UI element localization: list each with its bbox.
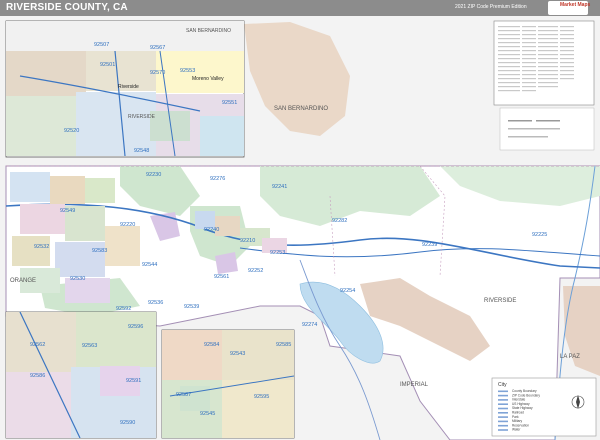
zip-label: 92584 xyxy=(204,342,219,348)
scale-panel xyxy=(499,107,595,151)
zip-label: 92553 xyxy=(180,68,195,74)
zip-label: 92567 xyxy=(150,45,165,51)
zip-label: 92539 xyxy=(184,304,199,310)
zip-label: 92501 xyxy=(100,62,115,68)
legend-swatch xyxy=(498,412,508,414)
zip-label: 92210 xyxy=(240,238,255,244)
legend-swatch xyxy=(498,416,508,418)
zip-label: 92591 xyxy=(126,378,141,384)
zip-label: 92590 xyxy=(120,420,135,426)
place-label-riverside: Riverside xyxy=(118,84,139,90)
zip-label: 92562 xyxy=(30,342,45,348)
county-label-san-bernardino: SAN BERNARDINO xyxy=(274,106,328,112)
zip-label: 92274 xyxy=(302,322,317,328)
zip-label: 92592 xyxy=(116,306,131,312)
map-canvas: City County BoundaryZIP Code BoundaryInt… xyxy=(0,16,600,440)
title-bar: RIVERSIDE COUNTY, CA 2021 ZIP Code Premi… xyxy=(0,0,600,16)
zip-label: 92595 xyxy=(254,394,269,400)
legend-panel: City County BoundaryZIP Code BoundaryInt… xyxy=(491,377,597,437)
legend-swatch xyxy=(498,407,508,410)
inset-label-san-bernardino: SAN BERNARDINO xyxy=(186,28,231,34)
inset-label-riverside: RIVERSIDE xyxy=(128,114,156,120)
zip-label: 92225 xyxy=(532,232,547,238)
zip-label: 92549 xyxy=(60,208,75,214)
zip-label: 92230 xyxy=(146,172,161,178)
zip-label: 92276 xyxy=(210,176,225,182)
zip-label: 92241 xyxy=(272,184,287,190)
county-label-riverside: RIVERSIDE xyxy=(484,298,516,304)
county-label-la-paz: LA PAZ xyxy=(560,354,580,360)
legend-swatch xyxy=(498,403,508,405)
zip-label: 92282 xyxy=(332,218,347,224)
legend-swatch xyxy=(498,399,508,401)
zip-label: 92520 xyxy=(64,128,79,134)
legend-swatch xyxy=(498,420,508,423)
zip-label: 92240 xyxy=(204,227,219,233)
zip-label: 92532 xyxy=(34,244,49,250)
zip-label: 92536 xyxy=(148,300,163,306)
zip-label: 92587 xyxy=(176,392,191,398)
edition-label: 2021 ZIP Code Premium Edition xyxy=(455,4,527,10)
zip-label: 92544 xyxy=(142,262,157,268)
zip-label: 92563 xyxy=(82,343,97,349)
zip-label: 92253 xyxy=(270,250,285,256)
legend-swatch xyxy=(498,390,508,393)
inset-hemet xyxy=(161,329,295,439)
zip-label: 92220 xyxy=(120,222,135,228)
zip-label: 92596 xyxy=(128,324,143,330)
place-label-moreno-valley: Moreno Valley xyxy=(192,76,224,82)
zip-label: 92252 xyxy=(248,268,263,274)
county-label-orange: ORANGE xyxy=(10,278,36,284)
zip-label: 92507 xyxy=(94,42,109,48)
map-title: RIVERSIDE COUNTY, CA xyxy=(6,2,128,13)
zip-label: 92586 xyxy=(30,373,45,379)
legend-swatch xyxy=(498,429,508,431)
zip-label: 92545 xyxy=(200,411,215,417)
legend-label: Water xyxy=(512,428,521,432)
zip-label: 92583 xyxy=(92,248,107,254)
zip-label: 92239 xyxy=(422,242,437,248)
zip-label: 92543 xyxy=(230,351,245,357)
zip-label: 92551 xyxy=(222,100,237,106)
zip-label: 92530 xyxy=(70,276,85,282)
zip-label: 92561 xyxy=(214,274,229,280)
zip-label: 92570 xyxy=(150,70,165,76)
publisher-logo-text: Market Maps xyxy=(560,2,591,8)
zip-label: 92548 xyxy=(134,148,149,154)
legend-swatch xyxy=(498,394,508,397)
legend-swatch xyxy=(498,424,508,427)
zip-index-panel xyxy=(493,20,595,106)
county-label-imperial: IMPERIAL xyxy=(400,382,429,388)
zip-label: 92254 xyxy=(340,288,355,294)
zip-label: 92585 xyxy=(276,342,291,348)
map-page: RIVERSIDE COUNTY, CA 2021 ZIP Code Premi… xyxy=(0,0,600,440)
legend-title: City xyxy=(498,382,507,388)
